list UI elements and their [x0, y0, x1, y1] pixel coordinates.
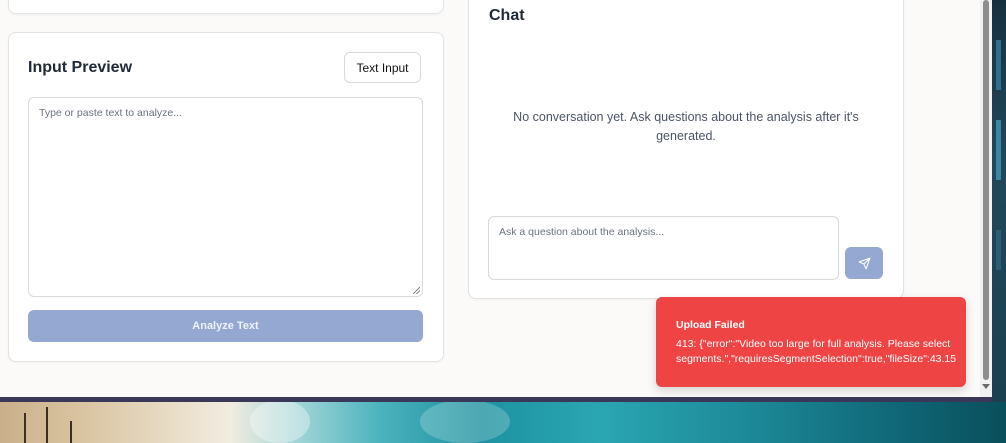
text-input-button[interactable]: Text Input: [344, 52, 421, 83]
textarea-placeholder: Type or paste text to analyze...: [39, 107, 182, 119]
toast-message: 413: {"error":"Video too large for full …: [676, 338, 957, 365]
input-preview-title: Input Preview: [28, 59, 133, 76]
chat-input-placeholder: Ask a question about the analysis...: [499, 226, 665, 238]
chat-title: Chat: [489, 7, 525, 24]
send-icon: [858, 257, 870, 269]
previous-card: [8, 0, 444, 14]
chat-card: Chat No conversation yet. Ask questions …: [468, 0, 904, 299]
desktop-edge: [992, 0, 1006, 402]
input-preview-card: Input Preview Text Input Type or paste t…: [8, 32, 444, 362]
scroll-down-icon[interactable]: [982, 384, 990, 389]
window-scrollbar[interactable]: [980, 0, 992, 397]
chat-question-input[interactable]: Ask a question about the analysis...: [488, 216, 839, 280]
resize-handle-icon[interactable]: [413, 287, 420, 294]
analyze-text-button[interactable]: Analyze Text: [28, 310, 423, 342]
wallpaper-wave: [420, 400, 510, 443]
wallpaper-palm: [46, 407, 48, 443]
upload-failed-toast[interactable]: Upload Failed 413: {"error":"Video too l…: [656, 297, 966, 387]
scrollbar-thumb[interactable]: [983, 0, 989, 380]
wallpaper-palm: [70, 421, 72, 443]
wallpaper-palm: [24, 413, 26, 443]
wallpaper-wave: [250, 400, 310, 443]
window-frame: [0, 397, 992, 402]
analyze-text-input[interactable]: Type or paste text to analyze...: [28, 97, 423, 297]
toast-title: Upload Failed: [676, 319, 745, 331]
chat-empty-message: No conversation yet. Ask questions about…: [513, 110, 859, 143]
send-button[interactable]: [845, 247, 883, 279]
